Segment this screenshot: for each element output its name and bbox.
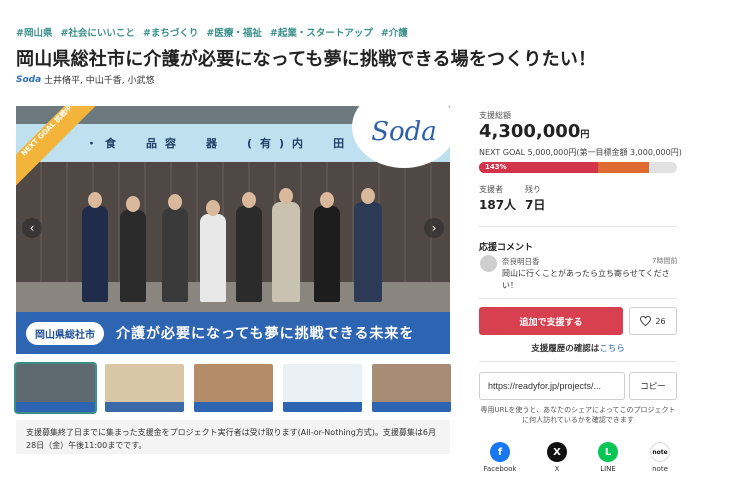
- tag-link[interactable]: #まちづくり: [143, 25, 198, 39]
- comment-author[interactable]: 奈良明日香: [502, 256, 540, 267]
- comment-time: 7時間前: [652, 257, 678, 265]
- divider: [479, 361, 677, 362]
- banner-caption: 介護が必要になっても夢に挑戦できる未来を: [116, 326, 415, 342]
- project-title: 岡山県総社市に介護が必要になっても夢に挑戦できる場をつくりたい！: [16, 49, 597, 70]
- facebook-icon: f: [490, 442, 510, 462]
- raised-unit: 円: [580, 130, 590, 140]
- avatar: [480, 255, 497, 272]
- support-history: 支援履歴の確認はこちら: [479, 342, 677, 354]
- comment-body: 岡山に行くことがあったら立ち寄らせてください！: [502, 269, 670, 290]
- thumbnail[interactable]: [372, 364, 451, 412]
- thumbnail[interactable]: [14, 362, 97, 414]
- history-text: 支援履歴の確認は: [531, 344, 600, 354]
- owner-names[interactable]: 土井脩平, 中山千香, 小武悠: [44, 73, 154, 86]
- history-link[interactable]: こちら: [599, 344, 625, 354]
- person-figure: [354, 188, 382, 302]
- carousel-next-button[interactable]: ›: [424, 218, 444, 238]
- share-facebook[interactable]: f Facebook: [480, 442, 520, 473]
- person-figure: [82, 192, 108, 302]
- share-label: note: [652, 465, 668, 473]
- share-x[interactable]: X X: [537, 442, 577, 473]
- tag-link[interactable]: #社会にいいこと: [60, 25, 134, 39]
- project-owner: Soda 土井脩平, 中山千香, 小武悠: [16, 73, 154, 87]
- share-note: 専用URLを使うと、あなたのシェアによってこのプロジェクトに何人訪れているかを確…: [480, 406, 676, 424]
- remaining-label: 残り: [525, 185, 541, 194]
- progress-percent: 143%: [485, 163, 507, 171]
- divider: [479, 298, 677, 299]
- tag-link[interactable]: #介護: [381, 25, 408, 39]
- raised-label: 支援総額: [479, 111, 511, 120]
- raised-amount: 4,300,000円: [479, 121, 589, 142]
- note-icon: note: [650, 442, 670, 462]
- person-figure: [200, 200, 226, 302]
- sign-text: 器: [206, 137, 225, 150]
- thumbnail[interactable]: [105, 364, 184, 412]
- favorite-count: 26: [655, 316, 666, 326]
- share-note-button[interactable]: note note: [640, 442, 680, 473]
- thumbnail-strip: [14, 362, 451, 414]
- share-label: Facebook: [483, 465, 517, 473]
- person-figure: [272, 188, 300, 302]
- sign-text: 田: [333, 137, 353, 150]
- backers-label: 支援者: [479, 185, 503, 194]
- share-url-field[interactable]: [479, 372, 625, 400]
- funding-progress-bar: 143%: [479, 162, 677, 173]
- favorite-button[interactable]: 26: [629, 307, 677, 335]
- carousel-prev-button[interactable]: ‹: [22, 218, 42, 238]
- person-figure: [236, 192, 262, 302]
- add-support-button[interactable]: 追加で支援する: [479, 307, 623, 335]
- tag-list: #岡山県 #社会にいいこと #まちづくり #医療・福祉 #起業・スタートアップ …: [16, 25, 408, 39]
- person-figure: [120, 196, 146, 302]
- backers-value: 187人: [479, 198, 517, 212]
- tag-link[interactable]: #医療・福祉: [206, 25, 261, 39]
- remaining-value: 7日: [525, 198, 546, 212]
- next-goal-text: NEXT GOAL 5,000,000円(第一目標金額 3,000,000円): [479, 148, 682, 157]
- share-label: X: [554, 465, 560, 473]
- raised-value: 4,300,000: [479, 121, 581, 142]
- comments-title: 応援コメント: [479, 243, 534, 253]
- location-pill: 岡山県総社市: [26, 321, 104, 345]
- sign-text: (有)内: [247, 137, 312, 150]
- share-line[interactable]: L LINE: [588, 442, 628, 473]
- share-label: LINE: [600, 465, 616, 473]
- person-figure: [314, 192, 340, 302]
- hero-banner: 岡山県総社市 介護が必要になっても夢に挑戦できる未来を: [16, 312, 450, 354]
- sign-text: 品容: [146, 137, 184, 150]
- heart-icon: [640, 316, 652, 326]
- owner-logo[interactable]: Soda: [16, 75, 41, 85]
- tag-link[interactable]: #岡山県: [16, 25, 52, 39]
- x-icon: X: [547, 442, 567, 462]
- thumbnail[interactable]: [194, 364, 273, 412]
- sign-text: ・食: [86, 137, 124, 150]
- copy-button[interactable]: コピー: [629, 372, 677, 400]
- thumbnail[interactable]: [283, 364, 362, 412]
- divider: [479, 226, 677, 227]
- person-figure: [162, 194, 188, 302]
- line-icon: L: [598, 442, 618, 462]
- all-or-nothing-notice: 支援募集終了日までに集まった支援金をプロジェクト実行者は受け取ります(All-o…: [16, 420, 450, 454]
- hero-image[interactable]: ・食 品容 器 (有)内 田 折 Soda NEXT GOAL 挑戦中 岡山県総…: [16, 106, 450, 354]
- tag-link[interactable]: #起業・スタートアップ: [270, 25, 373, 39]
